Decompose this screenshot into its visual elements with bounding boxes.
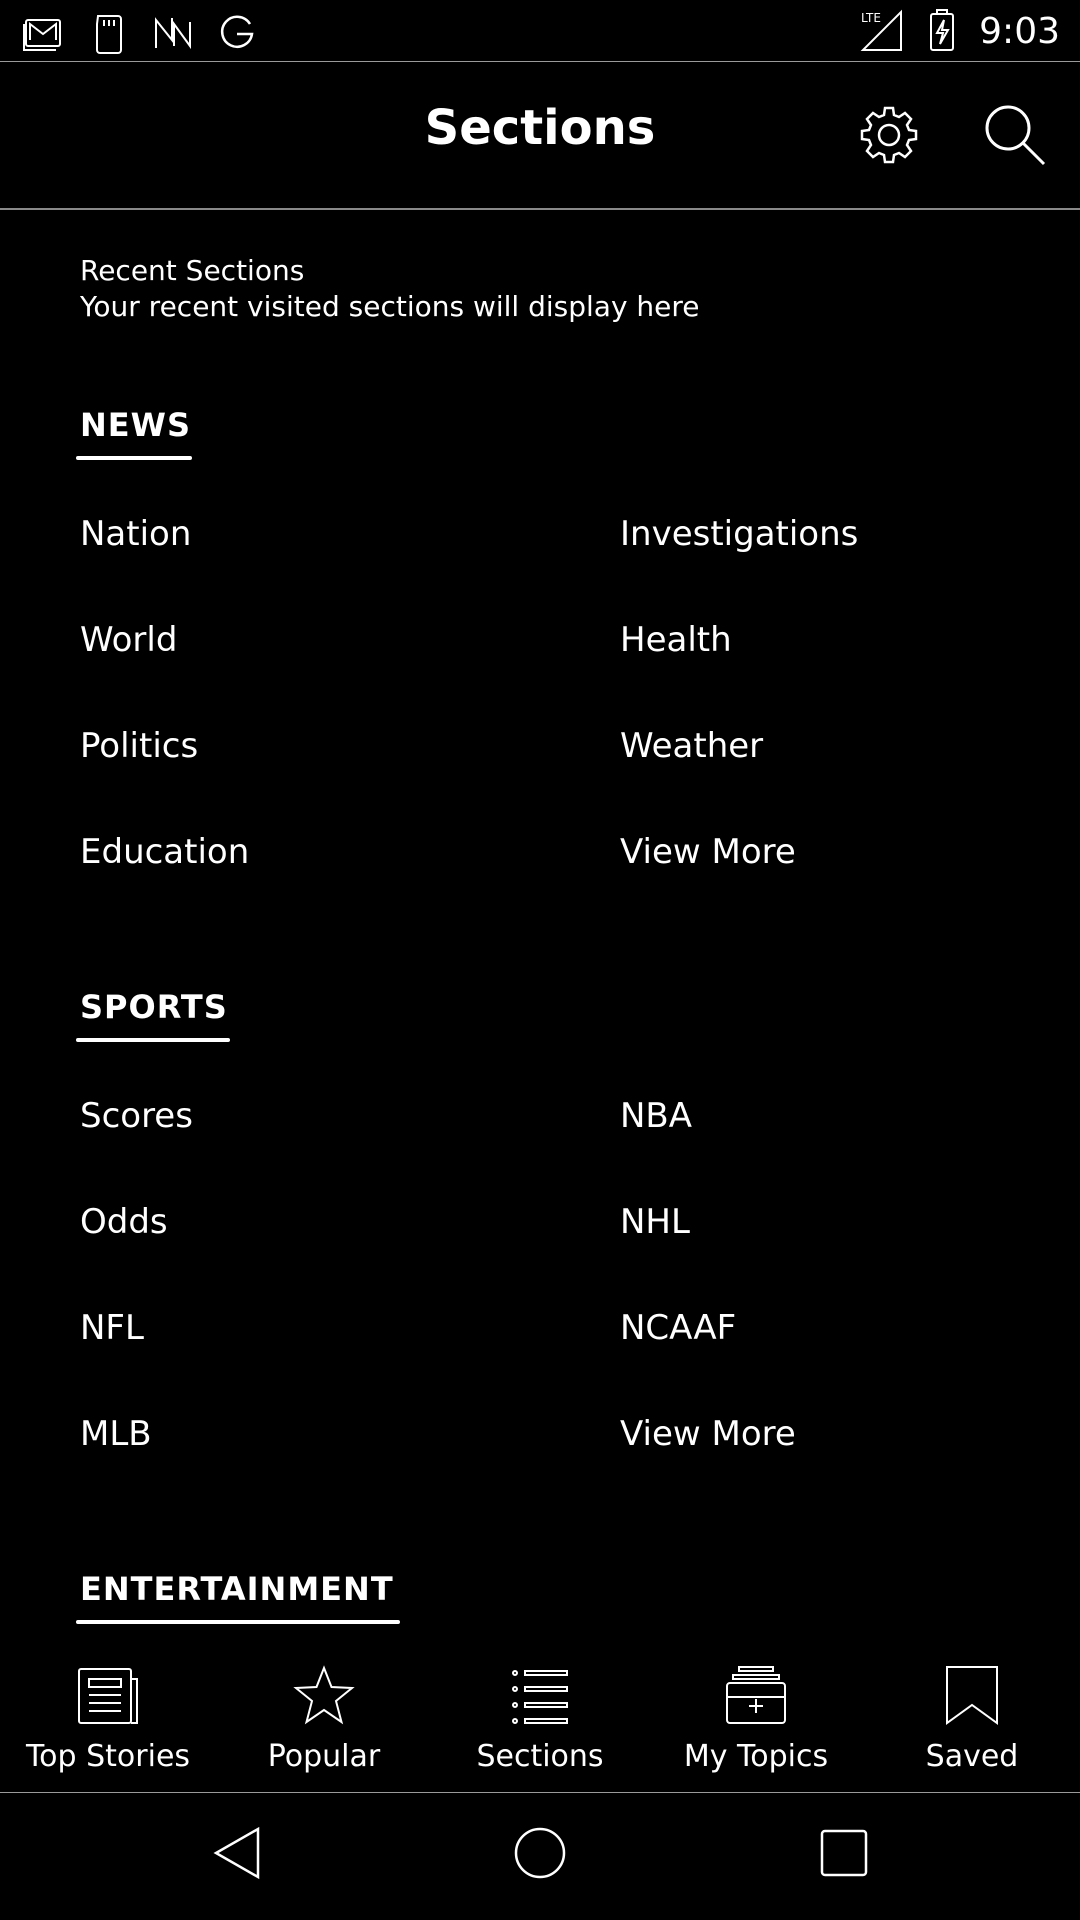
recent-sections-description: Your recent visited sections will displa… bbox=[80, 290, 700, 323]
screen: LTE 9:03 Sections Recent Sections Your r… bbox=[0, 0, 1080, 1920]
section-link-ncaaf[interactable]: NCAAF bbox=[620, 1308, 736, 1348]
nav-label-saved: Saved bbox=[925, 1739, 1019, 1774]
nav-tab-my-topics[interactable]: My Topics bbox=[648, 1625, 864, 1793]
search-icon[interactable] bbox=[980, 100, 1050, 170]
nav-tab-sections[interactable]: Sections bbox=[432, 1625, 648, 1793]
section-link-nfl[interactable]: NFL bbox=[80, 1308, 144, 1348]
section-link-education[interactable]: Education bbox=[80, 832, 249, 872]
news-heading[interactable]: NEWS bbox=[80, 406, 191, 444]
clock: 9:03 bbox=[979, 10, 1060, 52]
app-bar: Sections bbox=[0, 62, 1080, 210]
svg-text:LTE: LTE bbox=[861, 11, 881, 25]
entertainment-heading[interactable]: ENTERTAINMENT bbox=[80, 1570, 394, 1608]
nav-label-my-topics: My Topics bbox=[683, 1739, 829, 1774]
bottom-nav: Top Stories Popular Sections My Topics S… bbox=[0, 1625, 1080, 1793]
recent-sections-title: Recent Sections bbox=[80, 254, 305, 287]
sports-heading-underline bbox=[76, 1038, 230, 1042]
topics-add-icon bbox=[726, 1666, 786, 1724]
section-link-nation[interactable]: Nation bbox=[80, 514, 191, 554]
newspaper-icon bbox=[78, 1668, 138, 1724]
status-bar: LTE 9:03 bbox=[0, 0, 1080, 62]
recents-icon[interactable] bbox=[814, 1823, 874, 1883]
sd-card-icon bbox=[96, 15, 122, 54]
section-link-odds[interactable]: Odds bbox=[80, 1202, 168, 1242]
news-app-icon bbox=[155, 17, 191, 50]
nav-label-sections: Sections bbox=[476, 1739, 604, 1774]
entertainment-heading-underline bbox=[76, 1620, 400, 1624]
gear-icon[interactable] bbox=[854, 100, 924, 170]
system-nav-bar bbox=[0, 1793, 1080, 1920]
battery-charging-icon bbox=[930, 9, 955, 51]
nav-tab-popular[interactable]: Popular bbox=[216, 1625, 432, 1793]
sections-list: Recent Sections Your recent visited sect… bbox=[0, 210, 1080, 1625]
section-link-scores[interactable]: Scores bbox=[80, 1096, 193, 1136]
star-icon bbox=[293, 1665, 355, 1725]
notification-icons bbox=[22, 10, 260, 56]
lte-signal-icon: LTE bbox=[860, 9, 903, 51]
sports-view-more-link[interactable]: View More bbox=[620, 1414, 796, 1454]
nav-tab-saved[interactable]: Saved bbox=[864, 1625, 1080, 1793]
list-icon bbox=[512, 1670, 568, 1724]
system-status: LTE 9:03 bbox=[859, 8, 1060, 54]
home-icon[interactable] bbox=[510, 1823, 570, 1883]
news-heading-underline bbox=[76, 456, 192, 460]
gmail-icon bbox=[23, 19, 61, 51]
section-link-nhl[interactable]: NHL bbox=[620, 1202, 690, 1242]
back-icon[interactable] bbox=[208, 1823, 268, 1883]
bookmark-icon bbox=[946, 1666, 998, 1725]
section-link-world[interactable]: World bbox=[80, 620, 177, 660]
google-icon bbox=[220, 15, 254, 48]
section-link-health[interactable]: Health bbox=[620, 620, 732, 660]
section-link-politics[interactable]: Politics bbox=[80, 726, 198, 766]
nav-label-top-stories: Top Stories bbox=[25, 1739, 191, 1774]
section-link-investigations[interactable]: Investigations bbox=[620, 514, 858, 554]
section-link-weather[interactable]: Weather bbox=[620, 726, 763, 766]
section-link-nba[interactable]: NBA bbox=[620, 1096, 692, 1136]
nav-tab-top-stories[interactable]: Top Stories bbox=[0, 1625, 216, 1793]
section-link-mlb[interactable]: MLB bbox=[80, 1414, 152, 1454]
nav-label-popular: Popular bbox=[267, 1739, 381, 1774]
sports-heading[interactable]: SPORTS bbox=[80, 988, 228, 1026]
news-view-more-link[interactable]: View More bbox=[620, 832, 796, 872]
